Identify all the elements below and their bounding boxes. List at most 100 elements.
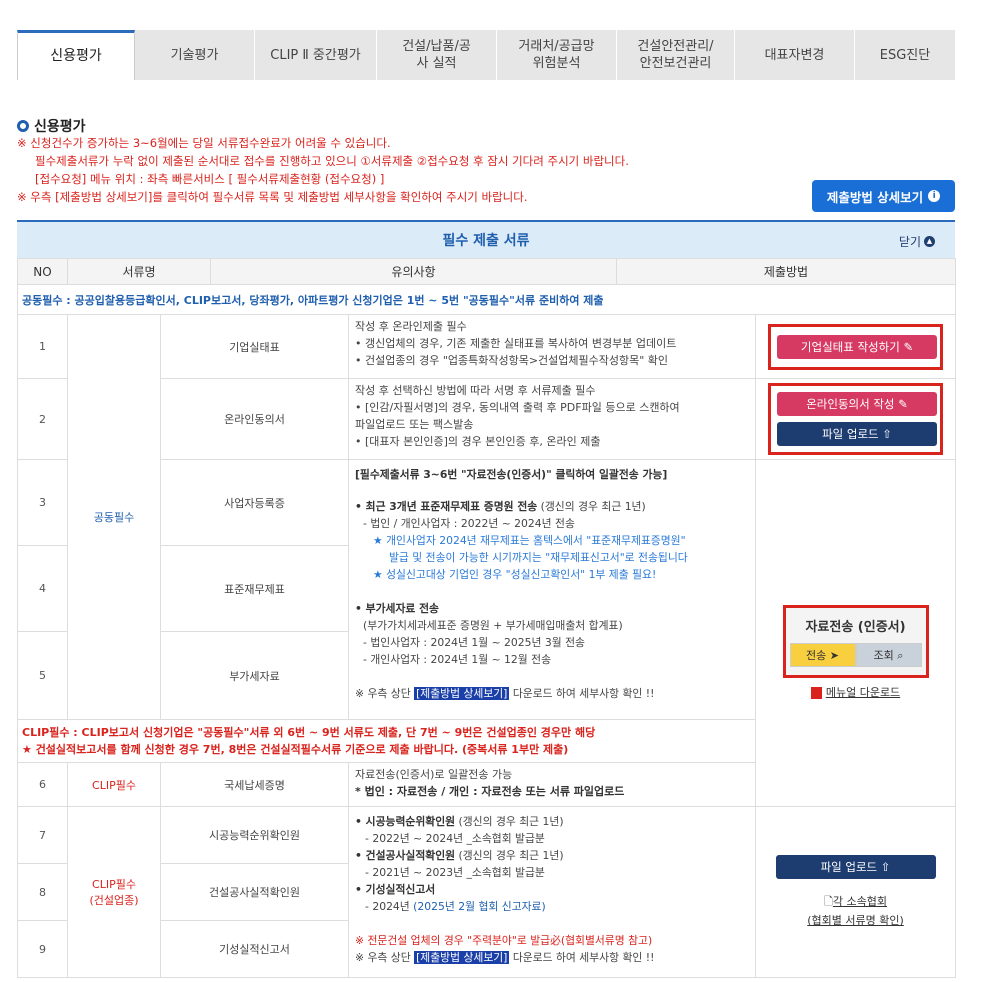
table-row: 7 CLIP필수 (건설업종) 시공능력순위확인원 • 시공능력순위확인원 (갱신… bbox=[17, 806, 957, 978]
required-documents-table: 필수 제출 서류 닫기 ▲ NO 서류명 유의사항 제출방법 공동필수 : 공공입… bbox=[16, 220, 957, 978]
group-clip-construction: CLIP필수 (건설업종) bbox=[67, 806, 161, 978]
detail-highlight: [제출방법 상세보기] bbox=[414, 687, 510, 700]
note-blue: (2025년 2월 협회 신고자료) bbox=[413, 900, 546, 913]
note-line: • 건설업종의 경우 "업종특화작성항목>건설업체필수작성항목" 확인 bbox=[355, 354, 669, 367]
tab-credit-rating[interactable]: 신용평가 bbox=[17, 30, 135, 80]
highlight-box: 자료전송 (인증서) 전송 ➤ 조회 ⌕ bbox=[782, 605, 929, 678]
note-line: - 개인사업자 : 2024년 1월 ~ 12월 전송 bbox=[363, 653, 552, 666]
chevron-up-icon: ▲ bbox=[924, 236, 935, 247]
note-line: • 시공능력순위확인원 (갱신의 경우 최근 1년) bbox=[355, 813, 749, 830]
note-line: 작성 후 선택하신 방법에 따라 서명 후 서류제출 필수 bbox=[355, 384, 596, 397]
row-no: 2 bbox=[17, 378, 68, 460]
association-note[interactable]: (협회별 서류명 확인) bbox=[756, 912, 955, 929]
row-no: 5 bbox=[17, 631, 68, 720]
note-line: - 법인사업자 : 2024년 1월 ~ 2025년 3월 전송 bbox=[363, 636, 585, 649]
header-notes: 유의사항 bbox=[210, 258, 617, 285]
notice-line: ※ 신청건수가 증가하는 3~6월에는 당일 서류접수완료가 어려울 수 있습니… bbox=[17, 136, 391, 150]
note-sub: (갱신의 경우 최근 1년) bbox=[455, 815, 564, 828]
doc-name: 기업실태표 bbox=[160, 314, 349, 379]
note-line: - 법인 / 개인사업자 : 2022년 ~ 2024년 전송 bbox=[363, 517, 575, 530]
row-no: 8 bbox=[17, 863, 68, 921]
edit-icon: ✎ bbox=[903, 339, 914, 354]
table-title-bar: 필수 제출 서류 닫기 ▲ bbox=[17, 220, 955, 258]
send-label: 전송 bbox=[806, 649, 827, 662]
company-form-button[interactable]: 기업실태표 작성하기 ✎ bbox=[777, 334, 937, 359]
submission-detail-button[interactable]: 제출방법 상세보기 i bbox=[812, 180, 955, 212]
doc-name: 기성실적신고서 bbox=[160, 920, 349, 978]
manual-download-link[interactable]: 메뉴얼 다운로드 bbox=[826, 686, 900, 699]
group-common: 공동필수 bbox=[67, 314, 161, 720]
doc-notes-3-5: [필수제출서류 3~6번 "자료전송(인증서)" 클릭하여 일괄전송 가능] •… bbox=[348, 459, 756, 720]
group-label: (건설업종) bbox=[89, 894, 139, 907]
note-bold: • 시공능력순위확인원 bbox=[355, 815, 456, 828]
method-cell-transfer: 자료전송 (인증서) 전송 ➤ 조회 ⌕ 메뉴얼 다운로드 bbox=[754, 459, 957, 807]
close-label: 닫기 bbox=[898, 235, 921, 249]
doc-name: 온라인동의서 bbox=[160, 378, 349, 460]
highlight-box: 기업실태표 작성하기 ✎ bbox=[768, 323, 944, 370]
page: 신용평가 기술평가 CLIP Ⅱ 중간평가 건설/납품/공사 실적 거래처/공급… bbox=[0, 0, 987, 982]
association-link-text[interactable]: 각 소속협회 bbox=[833, 895, 887, 908]
doc-notes: 작성 후 선택하신 방법에 따라 서명 후 서류제출 필수 • [인감/자필서명… bbox=[348, 378, 756, 460]
upload-icon: ⇧ bbox=[882, 427, 892, 441]
note-line: (부가가치세과세표준 증명원 + 부가세매입매출처 합계표) bbox=[363, 619, 623, 632]
consent-form-button[interactable]: 온라인동의서 작성 ✎ bbox=[777, 392, 937, 416]
note-line: - 2024년 (2025년 2월 협회 신고자료) bbox=[355, 898, 749, 915]
doc-notes-7-9: • 시공능력순위확인원 (갱신의 경우 최근 1년) - 2022년 ~ 202… bbox=[348, 806, 756, 978]
pdf-icon bbox=[810, 687, 822, 699]
table-title: 필수 제출 서류 bbox=[442, 233, 530, 249]
table-header-row: NO 서류명 유의사항 제출방법 bbox=[17, 258, 957, 285]
group-clip: CLIP필수 bbox=[67, 762, 161, 807]
note-line: ※ 전문건설 업체의 경우 "주력분야"로 발급必(협회별서류명 참고) bbox=[355, 934, 653, 947]
header-no: NO bbox=[17, 258, 68, 285]
note-sub: (갱신의 경우 최근 1년) bbox=[537, 500, 646, 513]
file-upload-button-2[interactable]: 파일 업로드 ⇧ bbox=[775, 855, 936, 879]
close-button[interactable]: 닫기 ▲ bbox=[899, 233, 935, 250]
tab-clip-interim[interactable]: CLIP Ⅱ 중간평가 bbox=[255, 30, 377, 80]
note-line: 작성 후 온라인제출 필수 bbox=[355, 320, 467, 333]
doc-notes: 자료전송(인증서)로 일괄전송 가능 * 법인 : 자료전송 / 개인 : 자료… bbox=[348, 762, 756, 807]
note-text: ※ 우측 상단 bbox=[355, 951, 415, 964]
header-method: 제출방법 bbox=[615, 258, 957, 285]
search-button[interactable]: 조회 ⌕ bbox=[855, 643, 922, 667]
manual-download[interactable]: 메뉴얼 다운로드 bbox=[756, 684, 955, 701]
circle-bullet-icon bbox=[17, 120, 29, 132]
detail-highlight: [제출방법 상세보기] bbox=[414, 951, 510, 964]
tab-tech-rating[interactable]: 기술평가 bbox=[135, 30, 255, 80]
note-line: • [대표자 본인인증]의 경우 본인인증 후, 온라인 제출 bbox=[355, 435, 601, 448]
note-line: [필수제출서류 3~6번 "자료전송(인증서)" 클릭하여 일괄전송 가능] bbox=[355, 468, 668, 481]
doc-name: 표준재무제표 bbox=[160, 545, 349, 632]
group-label: CLIP필수 bbox=[92, 878, 136, 891]
doc-notes: 작성 후 온라인제출 필수 • 갱신업체의 경우, 기존 제출한 실태표를 복사… bbox=[348, 314, 756, 379]
row-no: 4 bbox=[17, 545, 68, 632]
clip-info-line: CLIP필수 : CLIP보고서 신청기업은 "공동필수"서류 외 6번 ~ 9… bbox=[22, 726, 596, 739]
tab-supplier-risk[interactable]: 거래처/공급망 위험분석 bbox=[497, 30, 617, 80]
section-title-text: 신용평가 bbox=[34, 119, 86, 135]
submission-detail-label: 제출방법 상세보기 bbox=[826, 189, 924, 205]
data-transfer-title: 자료전송 (인증서) bbox=[805, 620, 906, 635]
note-line: - 2022년 ~ 2024년 _소속협회 발급분 bbox=[365, 832, 545, 845]
note-line: ★ 개인사업자 2024년 재무제표는 홈텍스에서 "표준재무제표증명원" bbox=[373, 534, 686, 547]
association-link[interactable]: 🗋각 소속협회 bbox=[756, 893, 955, 912]
common-info-text: 공동필수 : 공공입찰용등급확인서, CLIP보고서, 당좌평가, 아파트평가 … bbox=[16, 284, 957, 315]
search-label: 조회 bbox=[873, 649, 894, 662]
tab-safety-management[interactable]: 건설안전관리/ 안전보건관리 bbox=[617, 30, 735, 80]
doc-name: 국세납세증명 bbox=[160, 762, 349, 807]
note-bold: • 건설공사실적확인원 bbox=[355, 849, 456, 862]
edit-icon: ✎ bbox=[898, 397, 908, 411]
send-button[interactable]: 전송 ➤ bbox=[789, 643, 856, 667]
tab-ceo-change[interactable]: 대표자변경 bbox=[735, 30, 855, 80]
doc-name: 사업자등록증 bbox=[160, 459, 349, 546]
file-upload-button[interactable]: 파일 업로드 ⇧ bbox=[777, 422, 937, 446]
search-icon: ⌕ bbox=[897, 649, 904, 662]
tab-construction-record[interactable]: 건설/납품/공사 실적 bbox=[377, 30, 497, 80]
tab-bar: 신용평가 기술평가 CLIP Ⅱ 중간평가 건설/납품/공사 실적 거래처/공급… bbox=[17, 30, 955, 80]
tab-esg[interactable]: ESG진단 bbox=[855, 30, 955, 80]
note-line: • 건설공사실적확인원 (갱신의 경우 최근 1년) bbox=[355, 847, 749, 864]
row-no: 6 bbox=[17, 762, 68, 807]
document-icon: 🗋 bbox=[824, 895, 833, 908]
note-bold: • 최근 3개년 표준재무제표 증명원 전송 bbox=[355, 500, 538, 513]
method-cell: 기업실태표 작성하기 ✎ bbox=[754, 314, 957, 379]
company-form-label: 기업실태표 작성하기 bbox=[800, 339, 900, 354]
note-sub: (갱신의 경우 최근 1년) bbox=[455, 849, 564, 862]
file-upload-label: 파일 업로드 bbox=[820, 860, 878, 874]
